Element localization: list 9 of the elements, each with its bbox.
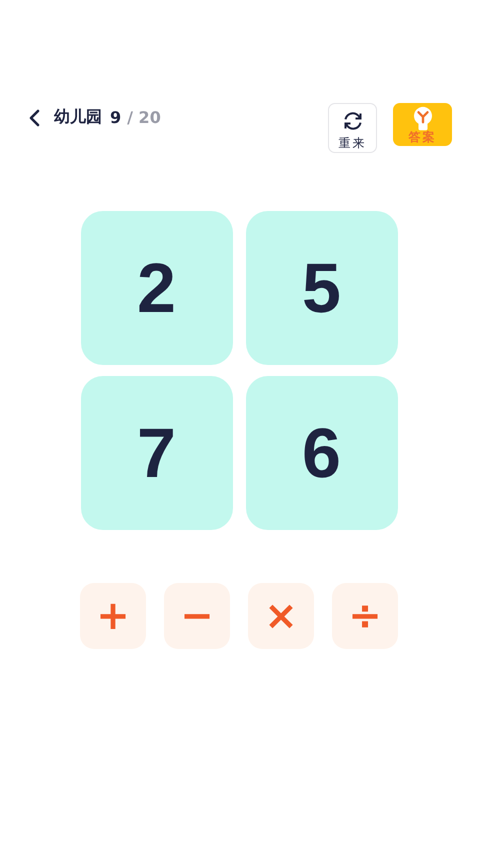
restart-button[interactable]: 重来: [328, 103, 377, 153]
level-number: 9: [110, 108, 122, 127]
number-card[interactable]: 2: [80, 211, 232, 365]
number-card[interactable]: 7: [80, 376, 232, 530]
back-icon[interactable]: [28, 108, 40, 126]
number-card[interactable]: 6: [246, 376, 398, 530]
level-name: 幼儿园: [54, 107, 102, 128]
level-total: / 20: [127, 108, 161, 127]
number-card[interactable]: 5: [246, 211, 398, 365]
